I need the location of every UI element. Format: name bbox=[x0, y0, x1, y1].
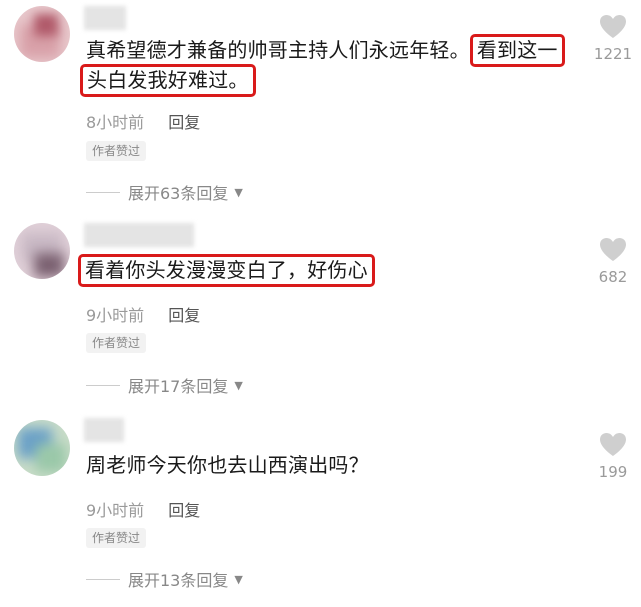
caret-down-icon: ▼ bbox=[234, 572, 243, 586]
divider-line bbox=[86, 191, 120, 193]
author-liked-badge: 作者赞过 bbox=[86, 528, 147, 548]
avatar[interactable] bbox=[14, 6, 70, 62]
username-blurred[interactable] bbox=[84, 223, 194, 247]
like-count: 682 bbox=[598, 268, 628, 286]
highlight-box: 头白发我好难过。 bbox=[80, 64, 256, 97]
username-blurred[interactable] bbox=[84, 6, 126, 30]
expand-replies-button[interactable]: 展开13条回复 ▼ bbox=[86, 567, 243, 591]
expand-replies-label: 展开13条回复 bbox=[128, 571, 229, 590]
like-button[interactable]: 682 bbox=[589, 237, 637, 286]
caret-down-icon: ▼ bbox=[234, 185, 243, 199]
comment-text: 周老师今天你也去山西演出吗？ bbox=[86, 450, 369, 480]
like-button[interactable]: 199 bbox=[589, 432, 637, 481]
like-count: 199 bbox=[598, 463, 628, 481]
comment-meta: 9小时前 回复 bbox=[86, 497, 200, 521]
reply-button[interactable]: 回复 bbox=[168, 113, 200, 132]
expand-replies-label: 展开63条回复 bbox=[128, 184, 229, 203]
heart-icon bbox=[600, 238, 626, 261]
divider-line bbox=[86, 384, 120, 386]
timestamp: 9小时前 bbox=[86, 501, 145, 520]
timestamp: 8小时前 bbox=[86, 113, 145, 132]
highlight-box: 看到这一 bbox=[469, 34, 565, 67]
comment-text: 真希望德才兼备的帅哥主持人们永远年轻。 看到这一 头白发我好难过。 bbox=[80, 34, 576, 97]
comment-item: 周老师今天你也去山西演出吗？ 9小时前 回复 作者赞过 展开13条回复 ▼ 199 bbox=[0, 400, 641, 607]
expand-replies-button[interactable]: 展开63条回复 ▼ bbox=[86, 180, 243, 204]
heart-icon bbox=[600, 433, 626, 456]
comment-text: 看着你头发漫漫变白了，好伤心 bbox=[78, 254, 375, 287]
comment-item: 看着你头发漫漫变白了，好伤心 9小时前 回复 作者赞过 展开17条回复 ▼ 682 bbox=[0, 205, 641, 400]
caret-down-icon: ▼ bbox=[234, 378, 243, 392]
expand-replies-button[interactable]: 展开17条回复 ▼ bbox=[86, 373, 243, 397]
heart-icon bbox=[600, 15, 626, 38]
highlight-box: 看着你头发漫漫变白了，好伤心 bbox=[78, 254, 375, 287]
comment-meta: 9小时前 回复 bbox=[86, 302, 200, 326]
username-blurred[interactable] bbox=[84, 418, 124, 442]
author-liked-badge: 作者赞过 bbox=[86, 141, 147, 161]
divider-line bbox=[86, 578, 120, 580]
like-button[interactable]: 1221 bbox=[589, 14, 637, 63]
comment-meta: 8小时前 回复 bbox=[86, 109, 200, 133]
timestamp: 9小时前 bbox=[86, 306, 145, 325]
comment-item: 真希望德才兼备的帅哥主持人们永远年轻。 看到这一 头白发我好难过。 8小时前 回复 … bbox=[0, 0, 641, 205]
avatar[interactable] bbox=[14, 223, 70, 279]
comment-text-plain: 周老师今天你也去山西演出吗？ bbox=[86, 453, 369, 477]
like-count: 1221 bbox=[593, 45, 633, 63]
expand-replies-label: 展开17条回复 bbox=[128, 377, 229, 396]
comment-text-plain: 真希望德才兼备的帅哥主持人们永远年轻。 bbox=[86, 38, 470, 62]
reply-button[interactable]: 回复 bbox=[168, 501, 200, 520]
reply-button[interactable]: 回复 bbox=[168, 306, 200, 325]
author-liked-badge: 作者赞过 bbox=[86, 333, 147, 353]
avatar[interactable] bbox=[14, 420, 70, 476]
